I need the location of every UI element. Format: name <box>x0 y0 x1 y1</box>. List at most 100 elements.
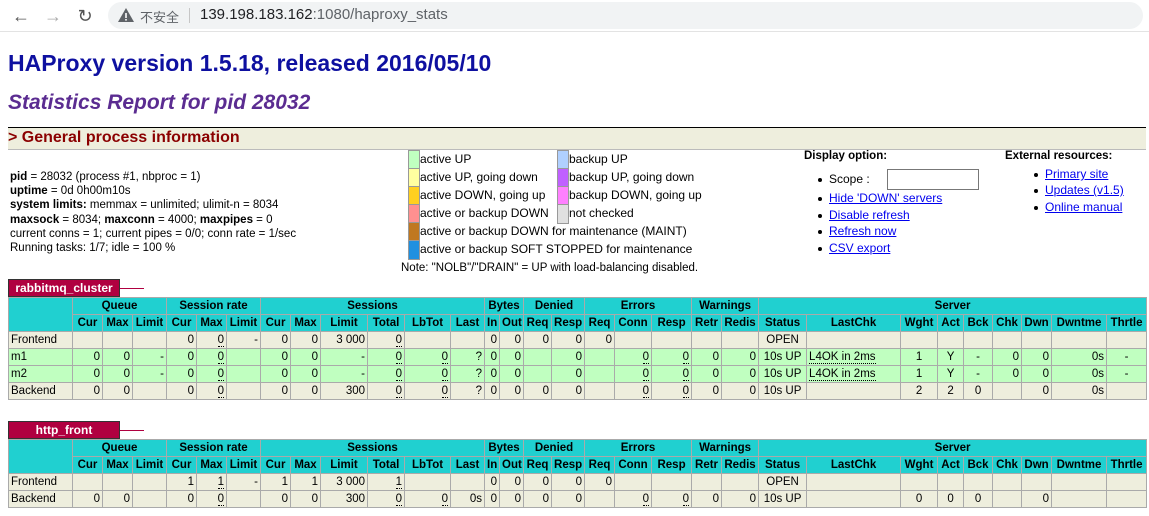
reload-icon[interactable]: ↻ <box>74 5 96 27</box>
updates-link[interactable]: Updates (v1.5) <box>1045 183 1124 197</box>
table-cell <box>806 382 902 400</box>
table-cell <box>937 473 965 491</box>
table-cell: - <box>226 331 262 349</box>
table-header-columns: Cur Max Limit Cur Max Limit Cur Max Limit Total Lb… <box>9 314 1148 332</box>
table-cell: 1 <box>166 473 198 491</box>
table-cell: 1 <box>196 473 228 491</box>
legend-label: backup DOWN, going up <box>569 188 702 202</box>
scope-input[interactable] <box>887 169 979 190</box>
url-text[interactable]: 139.198.183.162:1080/haproxy_stats <box>200 6 448 23</box>
refresh-now-link[interactable]: Refresh now <box>829 224 896 238</box>
header-column: Max <box>102 314 133 332</box>
header-column: Thrtle <box>1106 314 1148 332</box>
table-cell: 0 <box>166 365 198 383</box>
row-name-cell[interactable]: m1 <box>8 348 73 366</box>
table-cell <box>992 473 1023 491</box>
header-group: Bytes <box>484 297 525 315</box>
maxsock-label: maxsock <box>10 213 60 226</box>
url-host: 139.198.183.162 <box>200 6 313 23</box>
table-cell: 10s UP <box>758 382 808 400</box>
table-cell-value: 0 <box>642 385 650 398</box>
online-manual-link[interactable]: Online manual <box>1045 200 1122 214</box>
table-cell: 0 <box>499 348 525 366</box>
row-name-cell[interactable]: Frontend <box>8 473 73 491</box>
legend-label: active or backup SOFT STOPPED for mainte… <box>420 242 693 256</box>
table-cell: L4OK in 2ms <box>806 348 902 366</box>
forward-arrow-icon[interactable]: → <box>42 5 64 27</box>
header-column: Conn <box>614 456 653 474</box>
table-cell: 0 <box>651 490 693 508</box>
row-name-cell[interactable]: Frontend <box>8 331 73 349</box>
header-column: Req <box>523 456 553 474</box>
table-cell-value: 0 <box>441 368 449 381</box>
table-cell: OPEN <box>758 473 808 491</box>
table-cell: 0 <box>166 348 198 366</box>
table-cell: 1 <box>900 348 939 366</box>
primary-site-link[interactable]: Primary site <box>1045 167 1108 181</box>
table-cell-value: 0 <box>395 493 403 506</box>
table-cell: 0 <box>367 365 406 383</box>
table-cell: 0 <box>963 382 994 400</box>
header-column: In <box>484 456 501 474</box>
insecure-label[interactable]: 不安全 <box>140 7 179 26</box>
table-cell <box>584 382 616 400</box>
table-cell <box>992 490 1023 508</box>
header-column: Redis <box>721 456 760 474</box>
header-column: Limit <box>320 456 369 474</box>
legend-label: active UP <box>420 152 472 166</box>
legend-swatch <box>557 150 569 170</box>
disable-refresh-link[interactable]: Disable refresh <box>829 208 910 222</box>
header-group: Queue <box>71 439 168 457</box>
back-arrow-icon[interactable]: ← <box>10 5 32 27</box>
csv-export-link[interactable]: CSV export <box>829 241 890 255</box>
header-column: LastChk <box>806 314 902 332</box>
table-cell <box>523 348 553 366</box>
table-cell: 0 <box>484 473 501 491</box>
table-cell: 0 <box>260 382 292 400</box>
table-cell: - <box>1106 365 1148 383</box>
hide-down-link[interactable]: Hide 'DOWN' servers <box>829 191 942 205</box>
table-cell <box>900 473 939 491</box>
table-cell: 0 <box>551 348 586 366</box>
table-cell-value: 0 <box>217 385 225 398</box>
header-column: Retr <box>691 314 723 332</box>
legend-label: active DOWN, going up <box>420 188 546 202</box>
legend-label: not checked <box>569 206 634 220</box>
table-cell: 0 <box>367 348 406 366</box>
proxy-table-rabbitmq-cluster: Queue Session rate Sessions Bytes Denied Erro… <box>8 297 1148 400</box>
table-cell-value: 0 <box>682 368 690 381</box>
table-cell-value: 0 <box>395 351 403 364</box>
external-resources-title: External resources: <box>1005 150 1113 162</box>
header-column: Dwn <box>1021 456 1053 474</box>
row-name-cell[interactable]: Backend <box>8 382 73 400</box>
table-cell <box>131 331 168 349</box>
row-name-cell[interactable]: Backend <box>8 490 73 508</box>
table-cell: 0 <box>900 490 939 508</box>
table-cell <box>584 365 616 383</box>
row-name-cell[interactable]: m2 <box>8 365 73 383</box>
address-bar[interactable]: 不安全 139.198.183.162:1080/haproxy_stats <box>108 2 1143 29</box>
table-cell <box>937 331 965 349</box>
table-row: Frontend 1 1-1 1 3 000 1 0 0 0 0 0 OPEN <box>8 473 1148 491</box>
header-column: Resp <box>651 456 693 474</box>
table-cell: 0 <box>72 382 103 400</box>
table-cell: 0 <box>551 490 586 508</box>
table-cell <box>1106 473 1148 491</box>
table-cell: 0 <box>721 382 760 400</box>
table-cell: 0 <box>290 365 322 383</box>
table-cell: 0 <box>196 331 228 349</box>
table-row: m1 0 0-0 0 0 0-0 0? 0 0 0 0 0 0 0 10s UP L4OK in 2ms 1 Y -… <box>8 348 1148 366</box>
table-cell: 3 000 <box>320 473 369 491</box>
table-cell: 0 <box>1021 365 1053 383</box>
table-cell <box>963 331 994 349</box>
proxy-name-http-front[interactable]: http_front <box>8 421 144 439</box>
table-cell <box>806 490 902 508</box>
header-corner <box>8 297 73 332</box>
warning-icon[interactable] <box>117 6 135 24</box>
legend-label: active or backup DOWN <box>420 206 549 220</box>
table-cell: 0 <box>992 365 1023 383</box>
proxy-name-rabbitmq-cluster[interactable]: rabbitmq_cluster <box>8 279 144 297</box>
table-cell: 0 <box>691 348 723 366</box>
header-column: Cur <box>260 314 292 332</box>
table-cell: 0 <box>166 490 198 508</box>
